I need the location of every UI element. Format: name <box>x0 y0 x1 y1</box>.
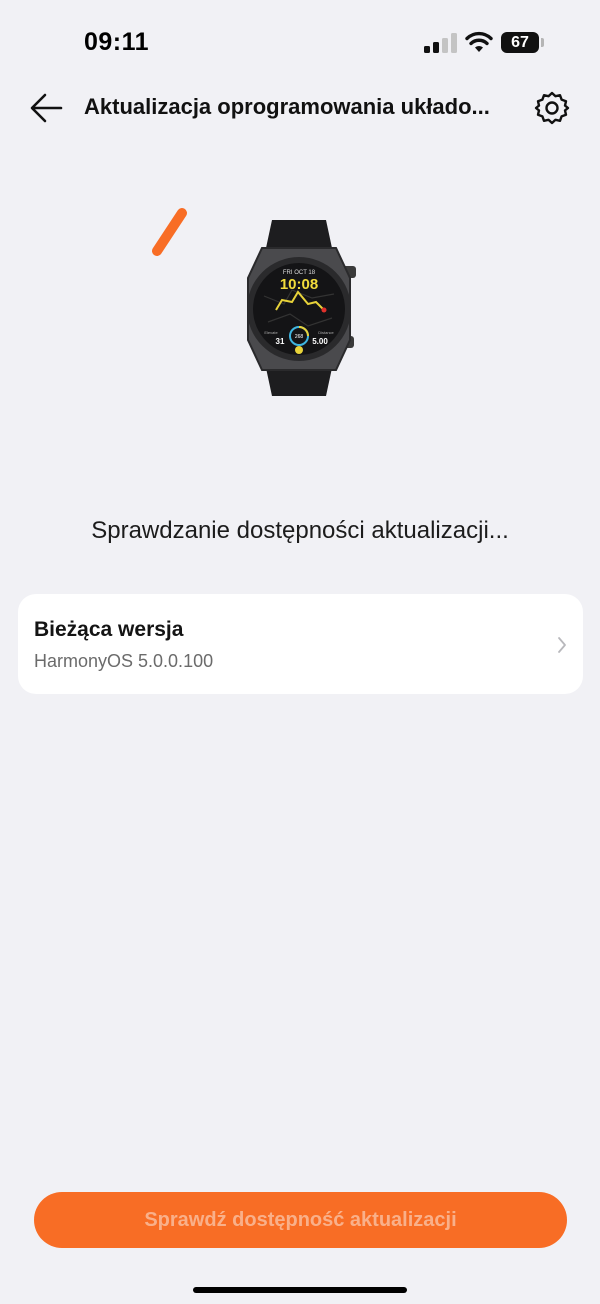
watch-right-label: Distance <box>318 330 334 335</box>
header: Aktualizacja oprogramowania układo... <box>0 80 600 136</box>
page-title: Aktualizacja oprogramowania układo... <box>84 94 490 119</box>
current-version-card[interactable]: Bieżąca wersja HarmonyOS 5.0.0.100 <box>18 594 583 694</box>
home-indicator <box>193 1287 407 1293</box>
status-bar: 09:11 67 <box>0 0 600 80</box>
current-version-value: HarmonyOS 5.0.0.100 <box>34 651 214 671</box>
gear-icon <box>534 91 570 125</box>
watch-center-value: 268 <box>295 334 304 340</box>
watch-left-value: 31 <box>276 337 285 346</box>
arrow-left-icon <box>30 93 63 123</box>
check-updates-button[interactable]: Sprawdź dostępność aktualizacji <box>34 1192 567 1248</box>
chevron-right-icon <box>558 637 566 653</box>
back-button[interactable] <box>28 90 68 126</box>
watch-right-value: 5.00 <box>312 337 328 346</box>
settings-button[interactable] <box>532 88 572 128</box>
watch-image: FRI OCT 18 10:08 268 Elevate Distance 31… <box>247 220 356 396</box>
battery-indicator: 67 <box>501 32 539 53</box>
checking-status-text: Sprawdzanie dostępności aktualizacji... <box>91 517 509 544</box>
cellular-signal-icon <box>424 33 458 53</box>
loading-spinner-arc <box>152 208 187 256</box>
battery-cap <box>541 38 544 47</box>
wifi-icon <box>465 31 493 52</box>
watch-time: 10:08 <box>280 276 318 293</box>
watch-left-label: Elevate <box>264 330 278 335</box>
status-time: 09:11 <box>84 28 150 56</box>
firmware-update-screen: 09:11 67 Aktualizacja oprogramowania ukł… <box>0 0 600 1304</box>
current-version-label: Bieżąca wersja <box>34 618 184 641</box>
